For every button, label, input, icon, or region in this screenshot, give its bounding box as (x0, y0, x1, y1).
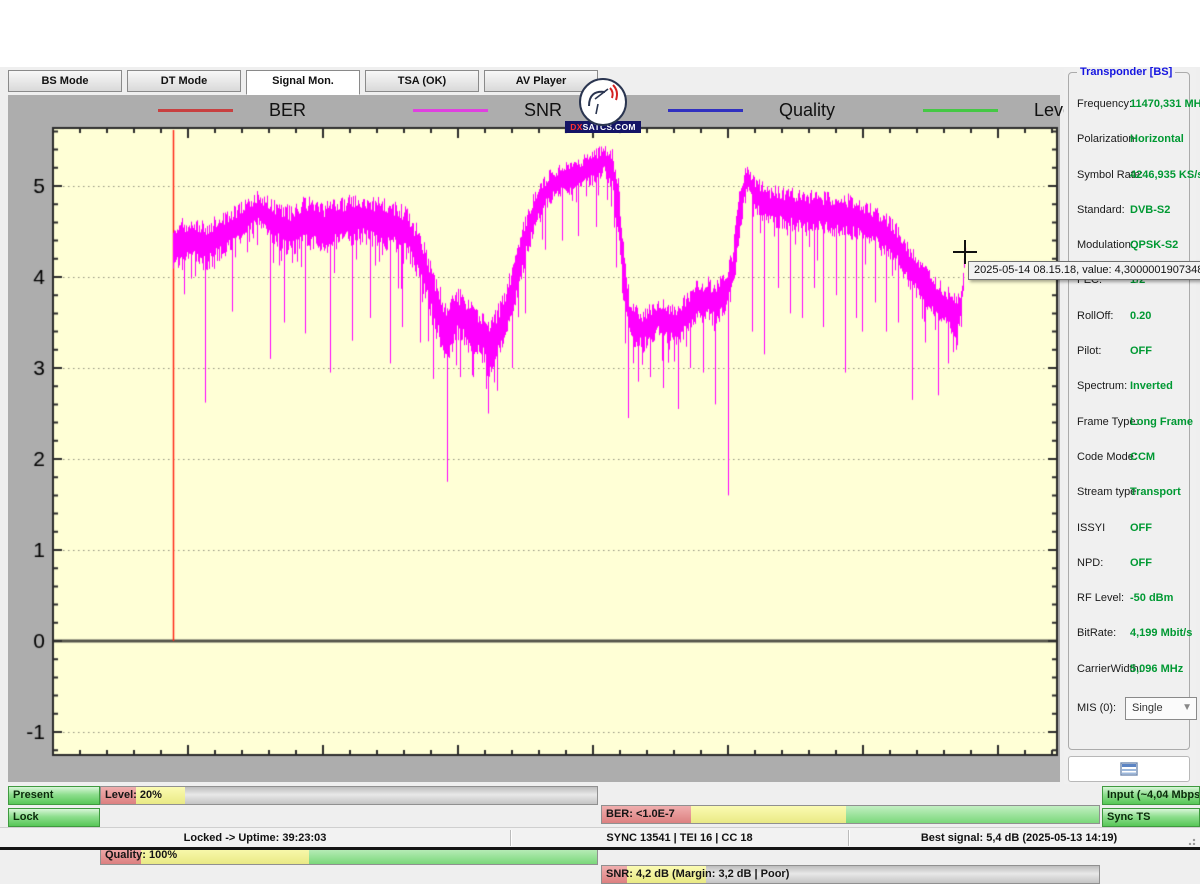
transponder-row-polarization-: Polarization:Horizontal (1069, 130, 1189, 165)
transponder-row-value: OFF (1130, 557, 1152, 569)
transponder-title: Transponder [BS] (1077, 66, 1175, 78)
input-indicator: Input (~4,04 Mbps) (1102, 786, 1200, 805)
transponder-row-label: Frequency: (1077, 98, 1132, 110)
transponder-list-button[interactable] (1068, 756, 1190, 782)
transponder-row-value: Inverted (1130, 380, 1173, 392)
transponder-row-label: Spectrum: (1077, 380, 1127, 392)
transponder-row-value: -50 dBm (1130, 592, 1173, 604)
transponder-row-value: Transport (1130, 486, 1181, 498)
transponder-row-value: OFF (1130, 345, 1152, 357)
legend-label: SNR (524, 100, 562, 121)
status-locked-uptime: Locked -> Uptime: 39:23:03 (0, 828, 510, 848)
legend-line-swatch (158, 109, 233, 112)
transponder-row-stream-type-: Stream type:Transport (1069, 483, 1189, 518)
present-indicator: Present (8, 786, 100, 805)
tab-bs-mode[interactable]: BS Mode (8, 70, 122, 92)
bar-segment-yellow (691, 806, 845, 823)
chevron-down-icon: ▼ (1182, 698, 1192, 718)
transponder-groupbox: Transponder [BS] Frequency:11470,331 MHz… (1068, 72, 1190, 750)
status-sync-counters: SYNC 13541 | TEI 16 | CC 18 (511, 828, 848, 848)
transponder-row-code-mode-: Code Mode:CCM (1069, 448, 1189, 483)
snr-bar: SNR: 4,2 dB (Margin: 3,2 dB | Poor) (601, 865, 1100, 884)
legend-line-swatch (668, 109, 743, 112)
transponder-row-frequency-: Frequency:11470,331 MHz (1069, 95, 1189, 130)
level-bar: Level: 20% (100, 786, 598, 805)
transponder-row-npd-: NPD: OFF (1069, 554, 1189, 589)
legend-item-quality: Quality (668, 100, 923, 121)
transponder-row-standard-: Standard: DVB-S2 (1069, 201, 1189, 236)
legend-label: BER (269, 100, 306, 121)
transponder-row-spectrum-: Spectrum:Inverted (1069, 377, 1189, 412)
legend-label: Quality (779, 100, 835, 121)
transponder-row-value: 4,199 Mbit/s (1130, 627, 1192, 639)
resize-grip[interactable] (1188, 836, 1197, 845)
ber-bar: BER: <1.0E-7 (601, 805, 1100, 824)
tab-tsa-ok-[interactable]: TSA (OK) (365, 70, 479, 92)
signal-monitor-chart-panel: BERSNRQualityLevel (8, 95, 1060, 782)
transponder-row-value: CCM (1130, 451, 1155, 463)
transponder-row-label: NPD: (1077, 557, 1103, 569)
status-best-signal: Best signal: 5,4 dB (2025-05-13 14:19) (849, 828, 1189, 848)
transponder-row-rf-level-: RF Level: -50 dBm (1069, 589, 1189, 624)
crosshair-cursor-vertical (964, 240, 966, 264)
chart-value-tooltip: 2025-05-14 08.15.18, value: 4,3000001907… (968, 261, 1200, 280)
bar-segment-green (846, 806, 1099, 823)
dxsatcs-logo: DXSATCS.COM (565, 78, 641, 133)
transponder-row-value: Horizontal (1130, 133, 1184, 145)
tab-signal-mon-[interactable]: Signal Mon. (246, 70, 360, 95)
table-icon (1120, 762, 1138, 776)
transponder-row-symbol-rate-: Symbol Rate:4246,935 KS/s (1069, 166, 1189, 201)
bar-label: Level: 20% (105, 787, 162, 804)
transponder-row-label: Pilot: (1077, 345, 1101, 357)
transponder-row-label: Polarization: (1077, 133, 1138, 145)
mis-row: MIS (0): Single ▼ (1069, 697, 1189, 721)
transponder-row-pilot-: Pilot: OFF (1069, 342, 1189, 377)
chart-legend: BERSNRQualityLevel (158, 95, 1178, 125)
sync-ts-indicator: Sync TS (1102, 808, 1200, 827)
transponder-row-label: Modulation: (1077, 239, 1134, 251)
mis-label: MIS (0): (1077, 702, 1116, 714)
bar-label: SNR: 4,2 dB (Margin: 3,2 dB | Poor) (606, 866, 789, 883)
transponder-row-label: Standard: (1077, 204, 1125, 216)
transponder-row-value: 5,096 MHz (1130, 663, 1183, 675)
transponder-row-label: ISSYI (1077, 522, 1105, 534)
transponder-panel: Transponder [BS] Frequency:11470,331 MHz… (1064, 68, 1196, 784)
transponder-row-value: 0.20 (1130, 310, 1151, 322)
mode-tabs: BS ModeDT ModeSignal Mon.TSA (OK)AV Play… (8, 70, 598, 95)
transponder-row-bitrate-: BitRate: 4,199 Mbit/s (1069, 624, 1189, 659)
transponder-row-value: 11470,331 MHz (1130, 98, 1200, 110)
transponder-row-label: BitRate: (1077, 627, 1116, 639)
transponder-row-rolloff-: RollOff: 0.20 (1069, 307, 1189, 342)
legend-item-ber: BER (158, 100, 413, 121)
transponder-row-value: 4246,935 KS/s (1130, 169, 1200, 181)
mis-value: Single (1132, 702, 1163, 714)
transponder-row-label: Code Mode: (1077, 451, 1137, 463)
snr-chart-canvas[interactable] (8, 95, 1060, 782)
transponder-row-carrierwidth-: CarrierWidth:5,096 MHz (1069, 660, 1189, 695)
signal-analyzer-window: { "window": { "title": "Signal Analyzer"… (0, 0, 1200, 850)
legend-line-swatch (923, 109, 998, 112)
mis-dropdown[interactable]: Single ▼ (1125, 697, 1197, 720)
transponder-row-label: RollOff: (1077, 310, 1113, 322)
header-zone (0, 0, 1200, 67)
status-bar: Locked -> Uptime: 39:23:03 SYNC 13541 | … (0, 827, 1200, 848)
transponder-row-value: Long Frame (1130, 416, 1193, 428)
transponder-row-value: OFF (1130, 522, 1152, 534)
transponder-row-issyi: ISSYI OFF (1069, 519, 1189, 554)
transponder-row-value: QPSK-S2 (1130, 239, 1178, 251)
bar-label: BER: <1.0E-7 (606, 806, 675, 823)
dxsatcs-logo-dish-icon (579, 78, 627, 126)
transponder-row-frame-type-: Frame Type:Long Frame (1069, 413, 1189, 448)
tab-dt-mode[interactable]: DT Mode (127, 70, 241, 92)
lock-indicator: Lock (8, 808, 100, 827)
transponder-row-value: DVB-S2 (1130, 204, 1170, 216)
legend-line-swatch (413, 109, 488, 112)
transponder-rows: Frequency:11470,331 MHzPolarization:Hori… (1069, 95, 1189, 695)
transponder-row-label: RF Level: (1077, 592, 1124, 604)
